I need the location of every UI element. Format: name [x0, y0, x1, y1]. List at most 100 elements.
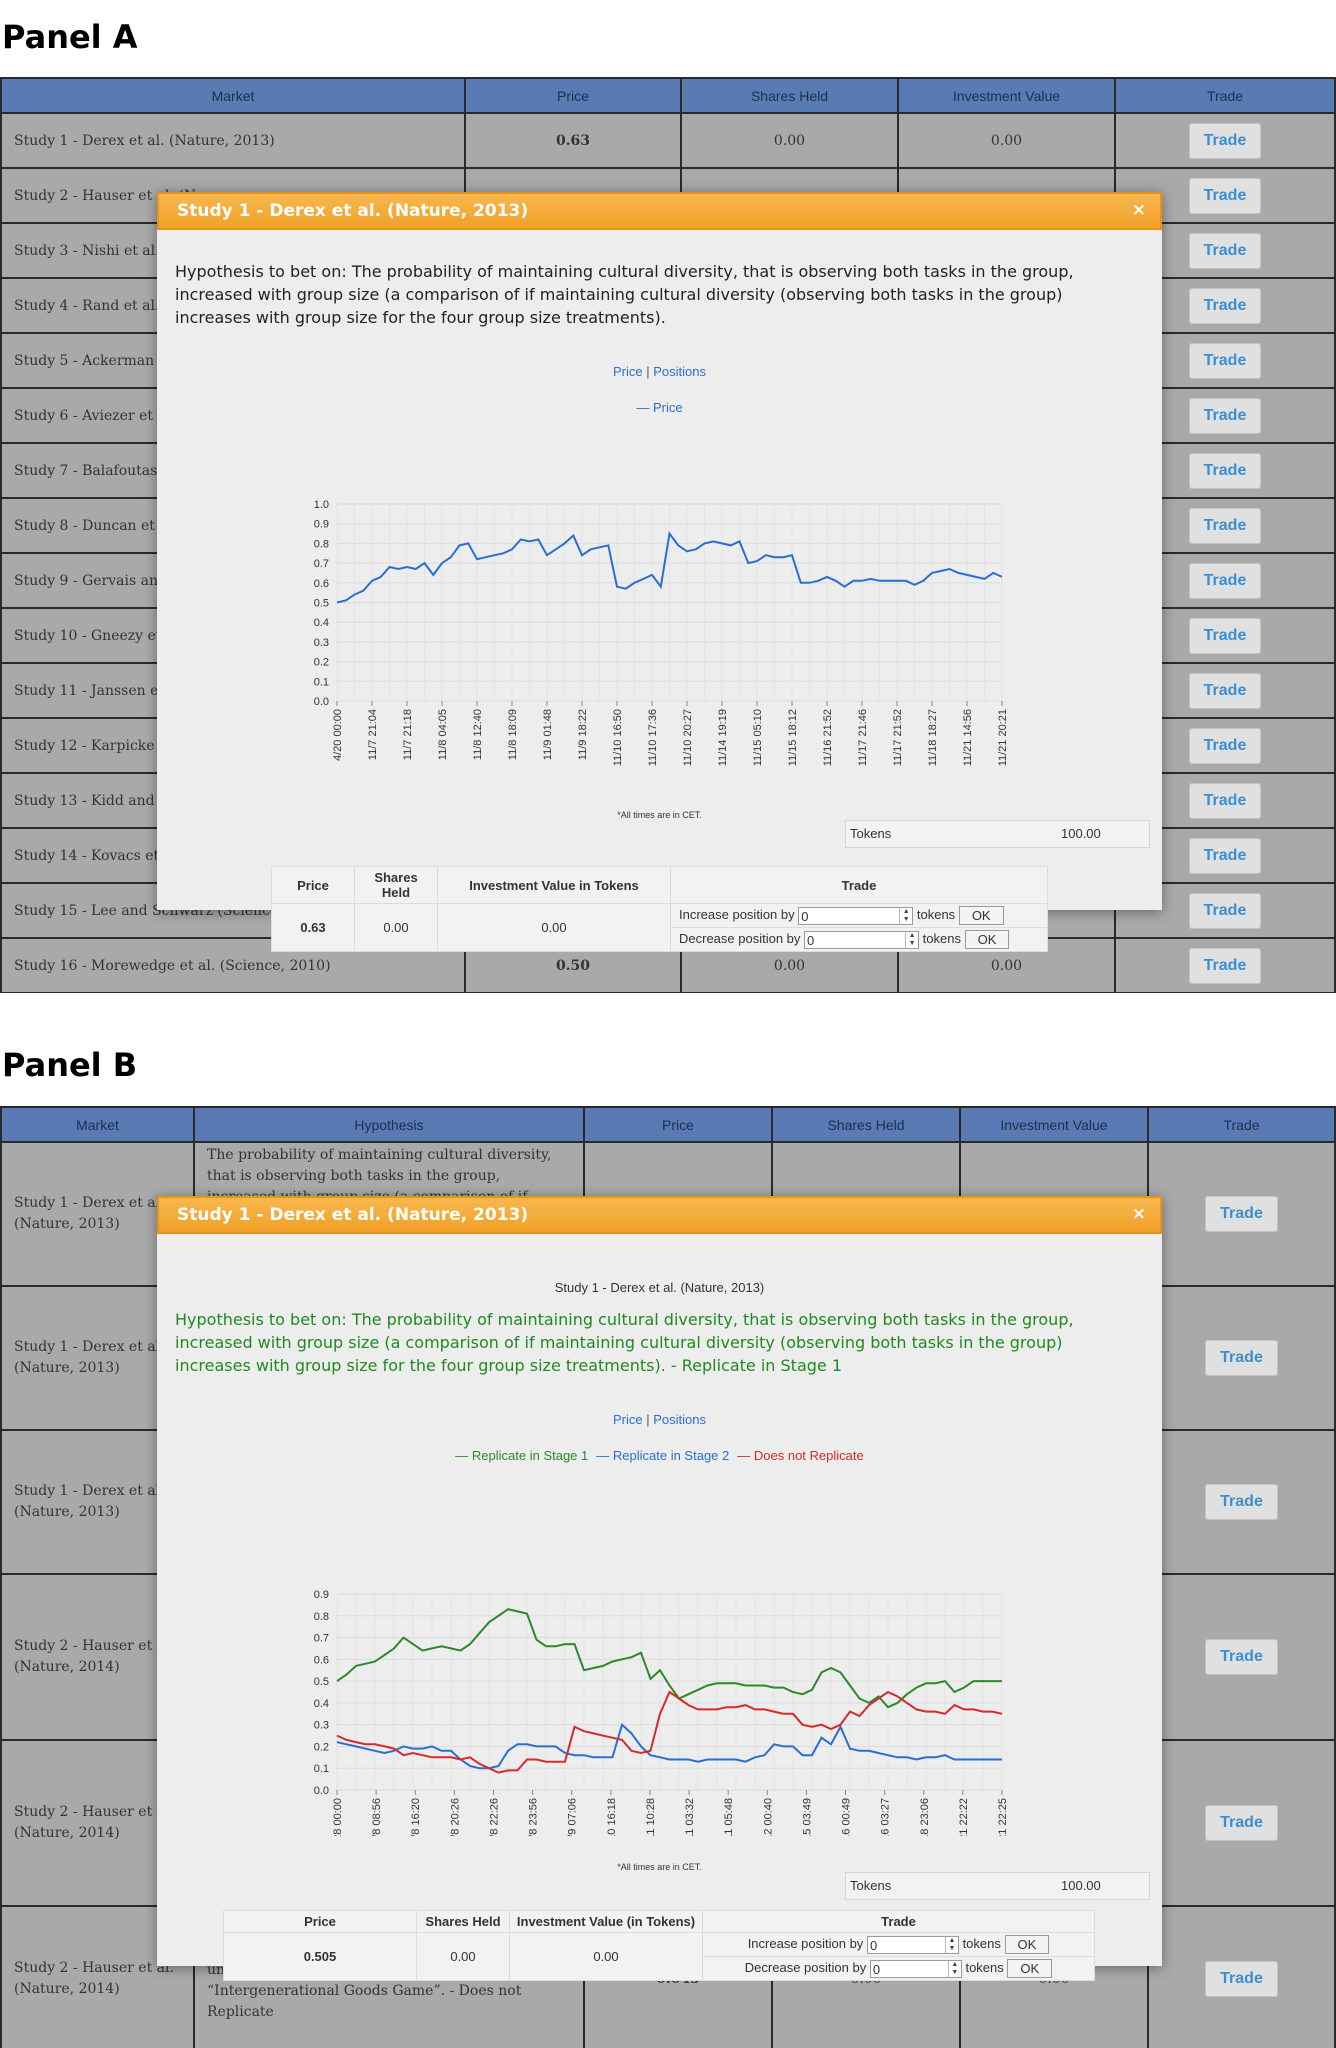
x-tick-label: 11/7 21:18 [402, 709, 414, 760]
x-tick-label: 11/9 07:06 [567, 1798, 579, 1836]
col-header-hypothesis[interactable]: Hypothesis [193, 1106, 585, 1143]
x-tick-label: 11/18 18:27 [927, 709, 939, 766]
col-header-shares[interactable]: Shares Held [771, 1106, 961, 1143]
trade-button[interactable]: Trade [1188, 837, 1262, 874]
trade-value: 0.00 [437, 903, 671, 952]
trade-cell: Trade [1147, 1739, 1336, 1907]
trade-button[interactable]: Trade [1205, 1340, 1278, 1376]
table-row: Study 1 - Derex et al. (Nature, 2013) 0.6… [0, 112, 1336, 169]
x-tick-label: 11/8 04:05 [437, 709, 449, 760]
trade-table: Price Shares Held Investment Value in To… [271, 866, 1048, 952]
increase-label: Increase position by [747, 1935, 864, 1951]
trade-button[interactable]: Trade [1205, 1639, 1278, 1675]
trade-button[interactable]: Trade [1188, 232, 1262, 269]
trade-button[interactable]: Trade [1188, 342, 1262, 379]
col-header-value[interactable]: Investment Value [959, 1106, 1149, 1143]
trade-h-value: Investment Value (in Tokens) [509, 1910, 703, 1933]
spinner-icon[interactable]: ▲ ▼ [905, 931, 918, 948]
x-tick-label: 11/8 18:09 [507, 709, 519, 760]
y-tick-label: 0.4 [314, 1698, 329, 1710]
x-tick-label: 11/9 18:22 [577, 709, 589, 760]
x-tick-label: 11/8 22:26 [488, 1798, 500, 1836]
tokens-value: 100.00 [1061, 826, 1101, 841]
decrease-input[interactable]: 0 ▲ ▼ [869, 1959, 962, 1978]
y-tick-label: 0.6 [314, 1654, 329, 1666]
spinner-icon[interactable]: ▲ ▼ [947, 1960, 961, 1977]
trade-button[interactable]: Trade [1188, 397, 1262, 434]
x-tick-label: 11/10 17:36 [647, 709, 659, 766]
trade-button[interactable]: Trade [1188, 727, 1262, 764]
market-name: Study 1 - Derex et al. (Nature, 2013) [0, 112, 466, 169]
trade-button[interactable]: Trade [1188, 617, 1262, 654]
trade-h-price: Price [271, 866, 355, 904]
trade-button[interactable]: Trade [1188, 947, 1262, 984]
x-tick-label: 11/15 05:10 [752, 709, 764, 766]
y-tick-label: 0.2 [314, 657, 329, 669]
tokens-label: Tokens [850, 826, 892, 841]
panel-a-screen: Market Price Shares Held Investment Valu… [0, 77, 1336, 993]
col-header-value[interactable]: Investment Value [897, 77, 1116, 114]
y-tick-label: 0.3 [314, 637, 329, 649]
col-header-trade: Trade [1114, 77, 1336, 114]
decrease-ok-button[interactable]: OK [964, 930, 1010, 949]
decrease-unit: tokens [965, 1959, 1004, 1975]
increase-input[interactable]: 0 ▲ ▼ [798, 906, 914, 925]
y-tick-label: 0.3 [314, 1720, 329, 1732]
col-header-shares[interactable]: Shares Held [680, 77, 899, 114]
col-header-price[interactable]: Price [464, 77, 682, 114]
decrease-ok-button[interactable]: OK [1007, 1959, 1053, 1978]
x-tick-label: 11/8 16:20 [410, 1798, 422, 1836]
y-tick-label: 0.6 [314, 578, 329, 590]
trade-button[interactable]: Trade [1205, 1961, 1278, 1997]
decrease-row: Decrease position by 0 ▲ ▼ tokens OK [702, 1956, 1095, 1981]
col-header-market[interactable]: Market [0, 77, 466, 114]
tokens-balance: Tokens 100.00 [845, 1872, 1150, 1900]
y-tick-label: 0.9 [314, 1589, 329, 1601]
x-tick-label: 11/8 08:56 [371, 1798, 383, 1836]
trade-button[interactable]: Trade [1205, 1196, 1278, 1232]
trade-button[interactable]: Trade [1188, 287, 1262, 324]
increase-input[interactable]: 0 ▲ ▼ [866, 1935, 959, 1954]
x-tick-label: 11/18 23:06 [919, 1798, 931, 1836]
trade-button[interactable]: Trade [1205, 1484, 1278, 1520]
x-tick-label: 11/10 16:18 [606, 1798, 618, 1836]
trade-button[interactable]: Trade [1188, 122, 1262, 159]
trade-value: 0.00 [509, 1932, 703, 1981]
x-tick-label: 11/16 21:52 [822, 709, 834, 766]
trade-button[interactable]: Trade [1188, 782, 1262, 819]
trade-cell: Trade [1114, 112, 1336, 169]
trade-cell: Trade [1147, 1285, 1336, 1431]
col-header-trade: Trade [1147, 1106, 1336, 1143]
y-tick-label: 0.5 [314, 1676, 329, 1688]
col-header-market[interactable]: Market [0, 1106, 195, 1143]
investment-value: 0.00 [897, 112, 1116, 169]
x-tick-label: 11/16 00:49 [841, 1798, 853, 1836]
decrease-input[interactable]: 0 ▲ ▼ [804, 930, 920, 949]
increase-ok-button[interactable]: OK [958, 906, 1004, 925]
trade-cell: Trade [1147, 1573, 1336, 1741]
spinner-icon[interactable]: ▲ ▼ [944, 1936, 958, 1953]
x-tick-label: 11/10 20:27 [682, 709, 694, 766]
trade-button[interactable]: Trade [1205, 1805, 1278, 1841]
col-header-price[interactable]: Price [583, 1106, 773, 1143]
x-tick-label: 11/12 00:40 [762, 1798, 774, 1836]
tokens-value: 100.00 [1061, 1878, 1101, 1893]
trade-h-trade: Trade [702, 1910, 1095, 1933]
trade-button[interactable]: Trade [1188, 892, 1262, 929]
x-tick-label: 11/17 21:52 [892, 709, 904, 766]
shares-held: 0.00 [680, 112, 899, 169]
spinner-icon[interactable]: ▲ ▼ [899, 907, 912, 924]
trade-button[interactable]: Trade [1188, 452, 1262, 489]
trade-button[interactable]: Trade [1188, 507, 1262, 544]
trade-h-trade: Trade [670, 866, 1048, 904]
y-tick-label: 0.8 [314, 538, 329, 550]
increase-ok-button[interactable]: OK [1004, 1935, 1050, 1954]
trade-button[interactable]: Trade [1188, 177, 1262, 214]
trade-button[interactable]: Trade [1188, 562, 1262, 599]
trade-h-price: Price [223, 1910, 417, 1933]
trade-cell: Trade [1114, 937, 1336, 993]
x-tick-label: 11/11 05:48 [723, 1798, 735, 1836]
y-tick-label: 0.7 [314, 558, 329, 570]
trade-button[interactable]: Trade [1188, 672, 1262, 709]
x-tick-label: 11/8 12:40 [472, 709, 484, 760]
